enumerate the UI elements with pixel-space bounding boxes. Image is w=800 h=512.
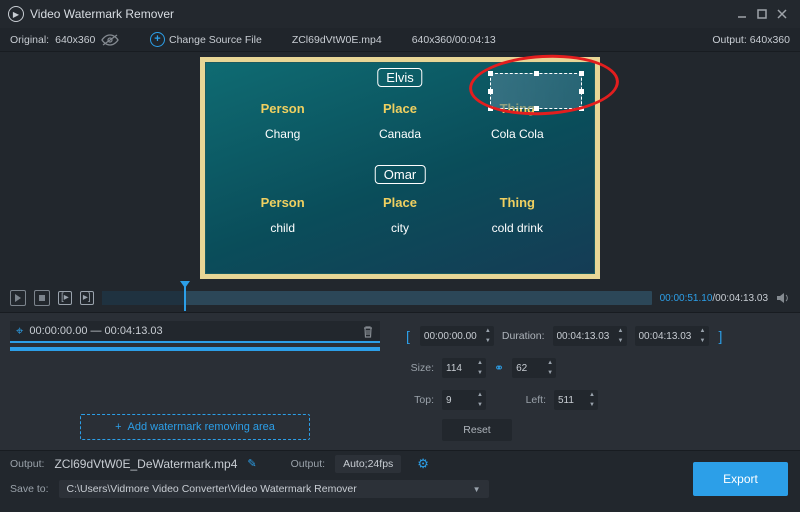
lower-panel: ⌖ 00:00:00.00 — 00:04:13.03 + Add waterm… — [0, 312, 800, 450]
edit-filename-icon[interactable]: ✎ — [247, 457, 256, 470]
preview-visibility-icon[interactable] — [101, 34, 119, 46]
app-title: Video Watermark Remover — [30, 7, 732, 21]
top-label: Top: — [404, 394, 434, 406]
duration-input[interactable]: ▲▼ — [553, 326, 627, 346]
top-input[interactable]: ▲▼ — [442, 390, 486, 410]
volume-icon[interactable] — [776, 292, 790, 304]
left-label: Left: — [518, 394, 546, 406]
height-input[interactable]: ▲▼ — [512, 358, 556, 378]
width-input[interactable]: ▲▼ — [442, 358, 486, 378]
spin-up[interactable]: ▲ — [474, 390, 486, 400]
minimize-button[interactable] — [732, 4, 752, 24]
spin-down[interactable]: ▼ — [482, 336, 494, 346]
end-time-input[interactable]: ▲▼ — [635, 326, 709, 346]
frame-title-1: Elvis — [377, 68, 422, 87]
export-button[interactable]: Export — [693, 462, 788, 496]
original-value: 640x360 — [55, 34, 95, 46]
close-button[interactable] — [772, 4, 792, 24]
original-label: Original: — [10, 34, 49, 46]
properties-pane: [ ▲▼ Duration: ▲▼ ▲▼ ] Size: ▲▼ ⚭ ▲▼ Top… — [390, 313, 800, 450]
spin-up[interactable]: ▲ — [544, 358, 556, 368]
cell: child — [225, 221, 341, 235]
col-heading: Place — [342, 195, 458, 210]
chevron-down-icon: ▼ — [473, 485, 481, 494]
playback-bar: [▸ ▸] 00:00:51.10/00:04:13.03 — [0, 284, 800, 312]
play-button[interactable] — [10, 290, 26, 306]
add-area-button[interactable]: + Add watermark removing area — [80, 414, 310, 440]
cell: city — [342, 221, 458, 235]
spin-down[interactable]: ▼ — [544, 368, 556, 378]
cell: Cola Cola — [459, 127, 575, 141]
delete-segment-button[interactable] — [362, 325, 374, 338]
time-readout: 00:00:51.10/00:04:13.03 — [660, 293, 768, 304]
spin-down[interactable]: ▼ — [615, 336, 627, 346]
spin-down[interactable]: ▼ — [697, 336, 709, 346]
output-file-name: ZCl69dVtW0E_DeWatermark.mp4 — [54, 457, 237, 471]
cell: cold drink — [459, 221, 575, 235]
plus-icon: + — [115, 421, 121, 433]
watermark-selection-box[interactable] — [490, 73, 582, 109]
segment-range: 00:00:00.00 — 00:04:13.03 — [29, 325, 162, 337]
save-to-label: Save to: — [10, 483, 49, 495]
save-row: Save to: C:\Users\Vidmore Video Converte… — [0, 476, 800, 502]
settings-icon[interactable]: ⚙ — [417, 456, 429, 472]
col-heading: Person — [225, 195, 341, 210]
playhead[interactable] — [184, 285, 186, 311]
video-preview[interactable]: Elvis Person Place Thing Chang Canada Co… — [200, 57, 600, 279]
lasso-icon: ⌖ — [16, 323, 23, 339]
stop-button[interactable] — [34, 290, 50, 306]
segments-pane: ⌖ 00:00:00.00 — 00:04:13.03 + Add waterm… — [0, 313, 390, 450]
bracket-right-icon[interactable]: ] — [717, 328, 725, 344]
left-input[interactable]: ▲▼ — [554, 390, 598, 410]
size-label: Size: — [404, 362, 434, 374]
output-format-field[interactable]: Auto;24fps — [335, 455, 401, 473]
link-aspect-icon[interactable]: ⚭ — [494, 361, 504, 375]
spin-up[interactable]: ▲ — [697, 326, 709, 336]
cell: Chang — [225, 127, 341, 141]
output-format-value: Auto;24fps — [343, 458, 393, 470]
output-format-label: Output: — [291, 458, 325, 470]
total-time: 00:04:13.03 — [715, 293, 768, 304]
mark-in-button[interactable]: [▸ — [58, 291, 72, 305]
save-path-value: C:\Users\Vidmore Video Converter\Video W… — [67, 483, 357, 495]
save-path-field[interactable]: C:\Users\Vidmore Video Converter\Video W… — [59, 480, 489, 498]
reset-button[interactable]: Reset — [442, 419, 512, 441]
bracket-left-icon[interactable]: [ — [404, 328, 412, 344]
cell: Canada — [342, 127, 458, 141]
col-heading: Thing — [459, 195, 575, 210]
info-bar: Original: 640x360 + Change Source File Z… — [0, 28, 800, 52]
segment-bar[interactable] — [10, 347, 380, 351]
spin-up[interactable]: ▲ — [482, 326, 494, 336]
output-value: 640x360 — [750, 34, 790, 46]
col-heading: Place — [342, 101, 458, 116]
app-logo-icon: ▶ — [8, 6, 24, 22]
spin-up[interactable]: ▲ — [586, 390, 598, 400]
duration-label: Duration: — [502, 330, 545, 342]
change-source-button[interactable]: + Change Source File — [150, 32, 262, 47]
spin-down[interactable]: ▼ — [474, 368, 486, 378]
spin-down[interactable]: ▼ — [474, 400, 486, 410]
preview-area: Elvis Person Place Thing Chang Canada Co… — [0, 52, 800, 284]
plus-circle-icon: + — [150, 32, 165, 47]
video-frame: Elvis Person Place Thing Chang Canada Co… — [205, 62, 595, 274]
spin-down[interactable]: ▼ — [586, 400, 598, 410]
source-dim-duration: 640x360/00:04:13 — [412, 34, 496, 46]
change-source-label: Change Source File — [169, 34, 262, 46]
current-time: 00:00:51.10 — [660, 293, 713, 304]
output-label: Output: — [712, 34, 746, 46]
output-file-label: Output: — [10, 458, 44, 470]
frame-title-2: Omar — [375, 165, 426, 184]
source-filename: ZCl69dVtW0E.mp4 — [292, 34, 382, 46]
timeline-track[interactable] — [102, 291, 652, 305]
col-heading: Person — [225, 101, 341, 116]
spin-up[interactable]: ▲ — [615, 326, 627, 336]
maximize-button[interactable] — [752, 4, 772, 24]
mark-out-button[interactable]: ▸] — [80, 291, 94, 305]
spin-up[interactable]: ▲ — [474, 358, 486, 368]
start-time-input[interactable]: ▲▼ — [420, 326, 494, 346]
segment-row[interactable]: ⌖ 00:00:00.00 — 00:04:13.03 — [10, 321, 380, 343]
add-area-label: Add watermark removing area — [128, 421, 275, 433]
output-row: Output: ZCl69dVtW0E_DeWatermark.mp4 ✎ Ou… — [0, 450, 800, 476]
titlebar: ▶ Video Watermark Remover — [0, 0, 800, 28]
